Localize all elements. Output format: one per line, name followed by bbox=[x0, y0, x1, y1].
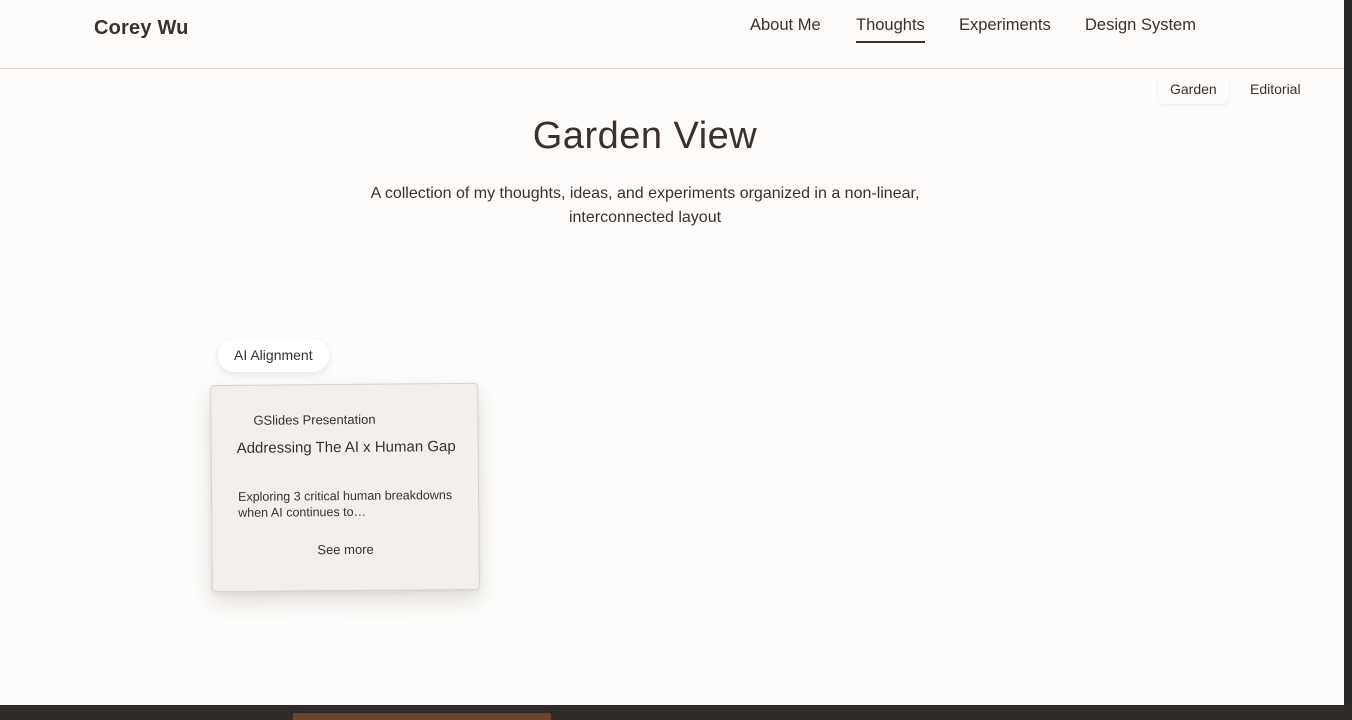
toggle-garden-button[interactable]: Garden bbox=[1158, 75, 1229, 104]
page-subtitle: A collection of my thoughts, ideas, and … bbox=[370, 185, 920, 226]
topic-tag[interactable]: AI Alignment bbox=[218, 339, 329, 372]
nav-thoughts[interactable]: Thoughts bbox=[856, 16, 925, 43]
card-description: Exploring 3 critical human breakdowns wh… bbox=[238, 488, 453, 520]
window-edge bbox=[1344, 0, 1352, 720]
page: Corey Wu About Me Thoughts Experiments D… bbox=[0, 0, 1344, 705]
thought-card[interactable]: GSlides Presentation Addressing The AI x… bbox=[210, 382, 480, 593]
desktop-thumbnail bbox=[293, 713, 551, 720]
card-title: Addressing The AI x Human Gap bbox=[236, 438, 456, 457]
toggle-editorial-button[interactable]: Editorial bbox=[1238, 75, 1313, 104]
main-nav: About Me Thoughts Experiments Design Sys… bbox=[0, 16, 1344, 46]
page-title: Garden View bbox=[532, 115, 758, 157]
card-type-label: GSlides Presentation bbox=[253, 411, 376, 428]
nav-about-me[interactable]: About Me bbox=[750, 16, 821, 41]
nav-design-system[interactable]: Design System bbox=[1085, 16, 1196, 41]
nav-experiments[interactable]: Experiments bbox=[959, 16, 1051, 41]
see-more-link[interactable]: See more bbox=[212, 541, 478, 558]
desktop-background bbox=[0, 705, 1352, 720]
top-navigation-bar: Corey Wu About Me Thoughts Experiments D… bbox=[0, 0, 1344, 69]
